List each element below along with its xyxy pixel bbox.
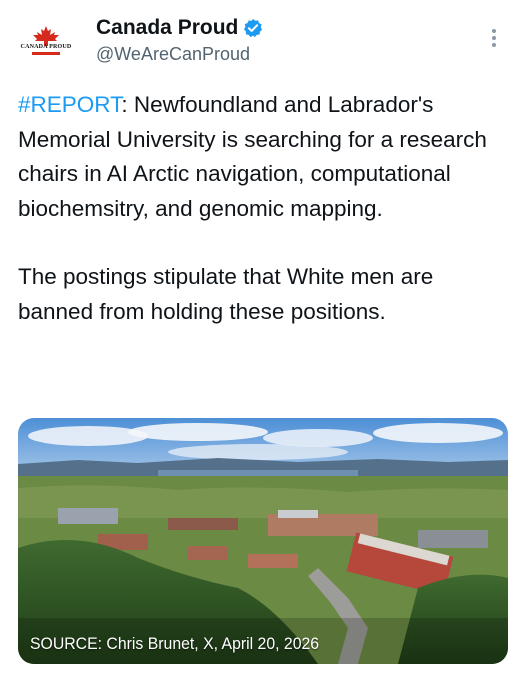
post-text: #REPORT: Newfoundland and Labrador's Mem… <box>18 88 508 329</box>
media-source-caption: SOURCE: Chris Brunet, X, April 20, 2026 <box>30 634 320 653</box>
post-paragraph-1: #REPORT: Newfoundland and Labrador's Mem… <box>18 88 508 226</box>
maple-leaf-icon <box>33 26 59 46</box>
post-media[interactable]: SOURCE: Chris Brunet, X, April 20, 2026 <box>18 418 508 664</box>
campus-aerial-photo <box>18 418 508 664</box>
avatar[interactable]: CANADA PROUD <box>20 20 72 72</box>
more-vertical-icon[interactable] <box>486 26 502 50</box>
post-paragraph-2: The postings stipulate that White men ar… <box>18 264 434 324</box>
verified-badge-icon <box>244 18 263 38</box>
author-display-name[interactable]: Canada Proud <box>96 16 238 40</box>
author-name-row: Canada Proud <box>96 15 263 41</box>
avatar-underline <box>32 52 60 55</box>
author-handle[interactable]: @WeAreCanProud <box>96 44 250 65</box>
post-header: CANADA PROUD Canada Proud @WeAreCanProud <box>0 0 526 80</box>
avatar-brand-text: CANADA PROUD <box>20 44 72 50</box>
hashtag-link[interactable]: #REPORT <box>18 92 121 117</box>
